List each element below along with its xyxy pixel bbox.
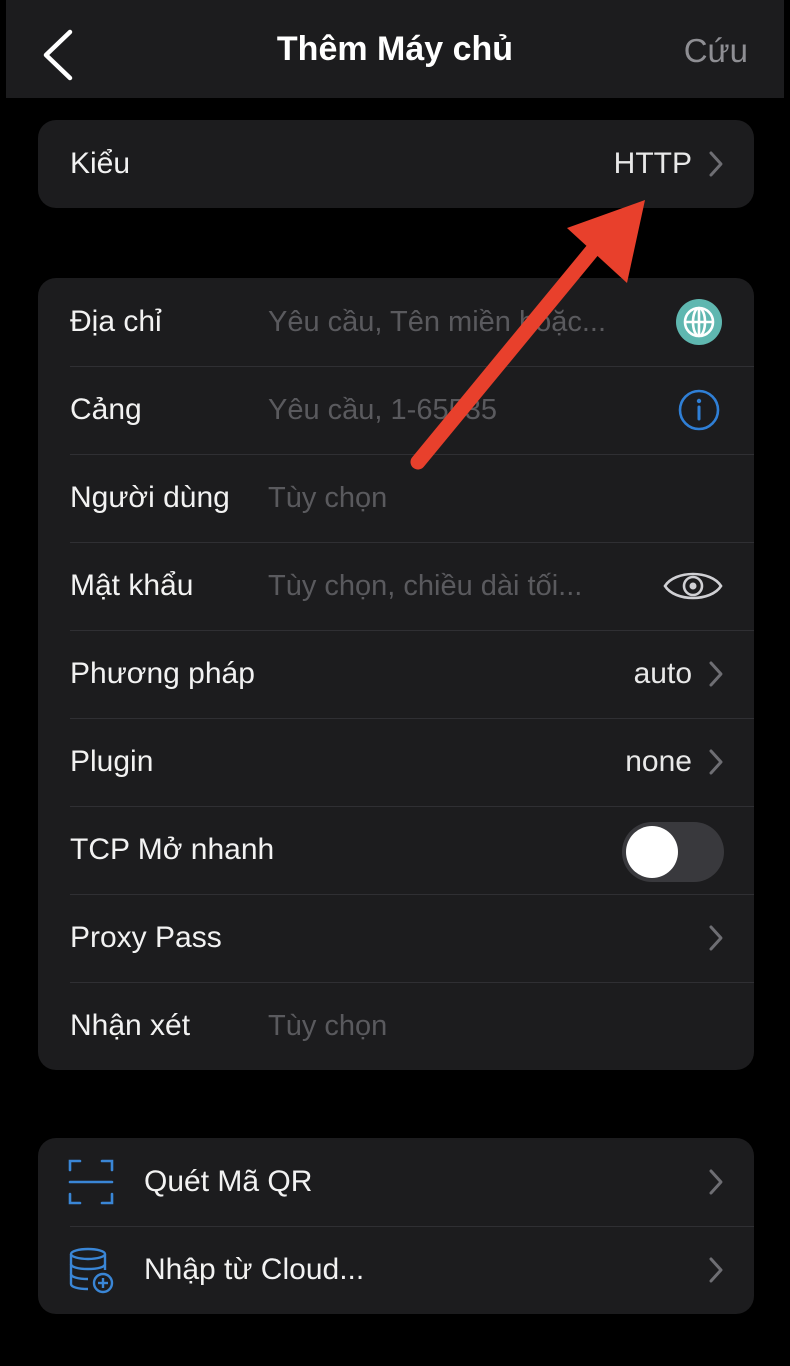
method-value: auto xyxy=(633,657,692,690)
scan-qr-label: Quét Mã QR xyxy=(144,1165,313,1198)
type-value: HTTP xyxy=(613,147,692,180)
plugin-label: Plugin xyxy=(70,745,154,778)
scan-qr-row[interactable]: Quét Mã QR xyxy=(38,1138,754,1226)
qr-scan-icon xyxy=(68,1159,114,1205)
plugin-row[interactable]: Plugin none xyxy=(38,718,754,806)
eye-icon[interactable] xyxy=(662,562,724,610)
type-row[interactable]: Kiểu HTTP xyxy=(38,120,754,208)
chevron-right-icon xyxy=(709,1169,723,1195)
import-cloud-label: Nhập từ Cloud... xyxy=(144,1253,365,1286)
chevron-right-icon xyxy=(709,1257,723,1283)
tcp-fast-open-label: TCP Mở nhanh xyxy=(70,833,275,866)
address-row: Địa chỉ Yêu cầu, Tên miền hoặc... xyxy=(38,278,754,366)
save-button[interactable]: Cứu xyxy=(684,32,748,70)
user-label: Người dùng xyxy=(70,481,230,514)
port-row: Cảng Yêu cầu, 1-65535 xyxy=(38,366,754,454)
chevron-right-icon xyxy=(709,661,723,687)
port-label: Cảng xyxy=(70,393,142,426)
page-title: Thêm Máy chủ xyxy=(276,30,514,68)
database-add-icon xyxy=(69,1247,114,1294)
comment-input[interactable]: Tùy chọn xyxy=(268,982,387,1070)
chevron-right-icon xyxy=(709,151,723,177)
toggle-knob xyxy=(626,826,678,878)
type-label: Kiểu xyxy=(70,147,131,180)
navigation-bar: Thêm Máy chủ Cứu xyxy=(6,0,784,98)
chevron-right-icon xyxy=(709,749,723,775)
password-label: Mật khẩu xyxy=(70,569,194,602)
password-input[interactable]: Tùy chọn, chiều dài tối... xyxy=(268,542,582,630)
import-actions-group: Quét Mã QR Nhập từ Cloud... xyxy=(38,1138,754,1314)
method-label: Phương pháp xyxy=(70,657,255,690)
globe-icon[interactable] xyxy=(674,298,724,346)
proxy-pass-row[interactable]: Proxy Pass xyxy=(38,894,754,982)
tcp-fast-open-toggle[interactable] xyxy=(622,822,724,882)
port-input[interactable]: Yêu cầu, 1-65535 xyxy=(268,366,497,454)
password-row: Mật khẩu Tùy chọn, chiều dài tối... xyxy=(38,542,754,630)
method-row[interactable]: Phương pháp auto xyxy=(38,630,754,718)
user-input[interactable]: Tùy chọn xyxy=(268,454,387,542)
chevron-right-icon xyxy=(709,925,723,951)
tcp-fast-open-row: TCP Mở nhanh xyxy=(38,806,754,894)
server-form-group: Địa chỉ Yêu cầu, Tên miền hoặc... Cảng Y… xyxy=(38,278,754,1070)
user-row: Người dùng Tùy chọn xyxy=(38,454,754,542)
plugin-value: none xyxy=(625,745,692,778)
type-group: Kiểu HTTP xyxy=(38,120,754,208)
import-cloud-row[interactable]: Nhập từ Cloud... xyxy=(38,1226,754,1314)
address-input[interactable]: Yêu cầu, Tên miền hoặc... xyxy=(268,278,606,366)
comment-row: Nhận xét Tùy chọn xyxy=(38,982,754,1070)
info-icon[interactable] xyxy=(674,386,724,434)
proxy-pass-label: Proxy Pass xyxy=(70,921,222,954)
address-label: Địa chỉ xyxy=(70,305,162,338)
comment-label: Nhận xét xyxy=(70,1009,191,1042)
